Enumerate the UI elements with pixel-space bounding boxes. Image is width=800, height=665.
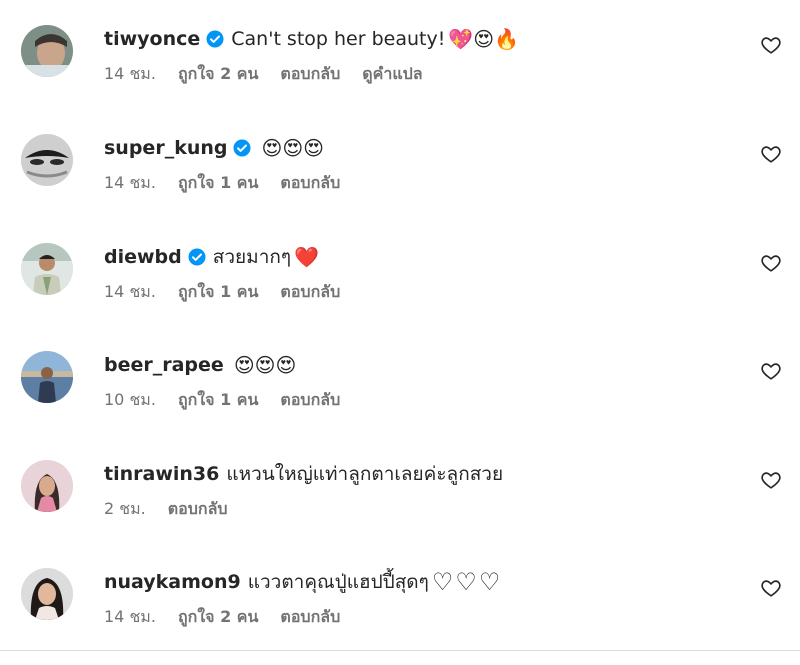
comment-item: diewbd สวยมากๆ ❤️ 14 ชม. ถูกใจ 1 คน ตอบก… (0, 240, 800, 340)
avatar[interactable] (21, 351, 73, 403)
comment-username[interactable]: nuaykamon9 (104, 571, 241, 593)
comment-likes-count[interactable]: ถูกใจ 1 คน (178, 388, 258, 413)
heart-outline-icon[interactable] (760, 360, 782, 382)
comment-time[interactable]: 2 ชม. (104, 497, 146, 522)
comment-username[interactable]: diewbd (104, 246, 182, 268)
verified-badge-icon (233, 139, 251, 157)
comment-likes-count[interactable]: ถูกใจ 1 คน (178, 280, 258, 305)
reply-button[interactable]: ตอบกลับ (280, 388, 340, 413)
verified-badge-icon (188, 248, 206, 266)
heart-outline-icon[interactable] (760, 469, 782, 491)
heart-outline-icon[interactable] (760, 577, 782, 599)
comment-text: สวยมากๆ (212, 246, 292, 268)
comment-emojis: ♡♡♡ (431, 568, 503, 596)
comment-text: แหวนใหญ่แท่าลูกตาเลยค่ะลูกสวย (226, 463, 504, 485)
comment-emojis: 😍😍😍 (261, 136, 325, 160)
verified-badge-icon (206, 30, 224, 48)
comment-text: Can't stop her beauty! (231, 28, 446, 50)
see-translation-button[interactable]: ดูคำแปล (362, 62, 422, 87)
comment-username[interactable]: beer_rapee (104, 354, 224, 376)
avatar[interactable] (21, 460, 73, 512)
reply-button[interactable]: ตอบกลับ (168, 497, 228, 522)
comment-item: tiwyonce Can't stop her beauty! 💖😍🔥 14 ช… (0, 22, 800, 122)
comment-likes-count[interactable]: ถูกใจ 2 คน (178, 605, 258, 630)
avatar[interactable] (21, 134, 73, 186)
comment-time[interactable]: 14 ชม. (104, 605, 156, 630)
comment-username[interactable]: super_kung (104, 137, 227, 159)
comment-text: แววตาคุณปู่แฮปปี้สุดๆ (247, 571, 429, 593)
avatar[interactable] (21, 568, 73, 620)
reply-button[interactable]: ตอบกลับ (280, 171, 340, 196)
comment-time[interactable]: 14 ชม. (104, 62, 156, 87)
divider (0, 650, 800, 651)
comment-item: super_kung 😍😍😍 14 ชม. ถูกใจ 1 คน ตอบกลับ (0, 131, 800, 231)
comment-time[interactable]: 10 ชม. (104, 388, 156, 413)
comment-likes-count[interactable]: ถูกใจ 1 คน (178, 171, 258, 196)
comment-username[interactable]: tiwyonce (104, 28, 200, 50)
heart-outline-icon[interactable] (760, 34, 782, 56)
comment-time[interactable]: 14 ชม. (104, 280, 156, 305)
comment-item: tinrawin36 แหวนใหญ่แท่าลูกตาเลยค่ะลูกสวย… (0, 457, 800, 557)
reply-button[interactable]: ตอบกลับ (280, 605, 340, 630)
comment-time[interactable]: 14 ชม. (104, 171, 156, 196)
comment-emojis: 💖😍🔥 (448, 27, 519, 51)
comment-emojis: 😍😍😍 (233, 353, 297, 377)
reply-button[interactable]: ตอบกลับ (280, 280, 340, 305)
comment-emojis: ❤️ (294, 245, 319, 269)
comment-username[interactable]: tinrawin36 (104, 463, 219, 485)
avatar[interactable] (21, 243, 73, 295)
heart-outline-icon[interactable] (760, 143, 782, 165)
avatar[interactable] (21, 25, 73, 77)
heart-outline-icon[interactable] (760, 252, 782, 274)
comment-likes-count[interactable]: ถูกใจ 2 คน (178, 62, 258, 87)
comment-item: beer_rapee 😍😍😍 10 ชม. ถูกใจ 1 คน ตอบกลับ (0, 348, 800, 448)
reply-button[interactable]: ตอบกลับ (280, 62, 340, 87)
